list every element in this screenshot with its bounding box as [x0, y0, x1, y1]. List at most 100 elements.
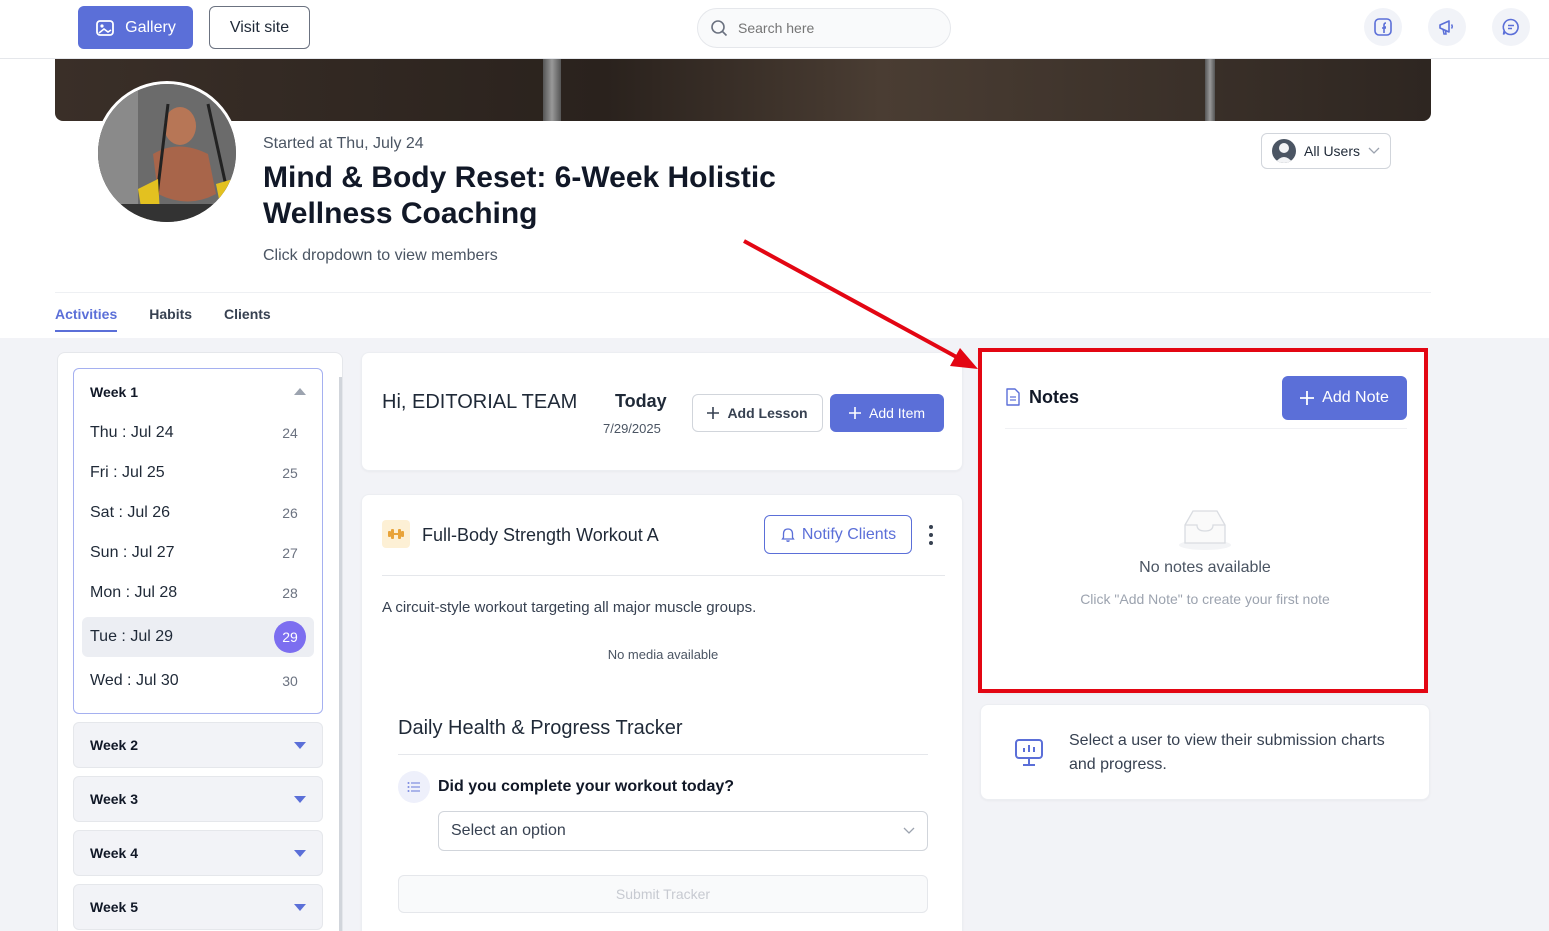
submit-tracker-button[interactable]: Submit Tracker	[398, 875, 928, 913]
announcement-button[interactable]	[1428, 8, 1466, 46]
today-date: 7/29/2025	[603, 421, 661, 436]
search-box[interactable]	[697, 8, 951, 48]
search-input[interactable]	[738, 20, 928, 36]
day-item[interactable]: Sat : Jul 26 26	[82, 493, 314, 533]
week-label: Week 2	[90, 737, 138, 753]
program-avatar	[95, 81, 239, 225]
no-media-text: No media available	[607, 647, 719, 662]
week-label: Week 3	[90, 791, 138, 807]
week-4-accordion[interactable]: Week 4	[73, 830, 323, 876]
empty-notes-title: No notes available	[1139, 559, 1271, 576]
tab-bar: Activities Habits Clients	[55, 306, 271, 332]
today-card: Hi, EDITORIAL TEAM Today 7/29/2025 Add L…	[361, 352, 963, 471]
expand-icon	[294, 849, 306, 857]
chevron-down-icon	[903, 827, 915, 834]
day-number: 28	[282, 585, 298, 601]
plus-icon	[848, 407, 861, 419]
plus-icon	[1300, 391, 1315, 405]
bell-icon	[781, 527, 795, 542]
day-number: 27	[282, 545, 298, 561]
day-item[interactable]: Wed : Jul 30 30	[82, 661, 314, 701]
divider	[55, 292, 1431, 293]
more-options-icon[interactable]	[925, 525, 937, 545]
week-2-accordion[interactable]: Week 2	[73, 722, 323, 768]
divider	[1005, 428, 1407, 429]
presentation-chart-icon	[1015, 739, 1043, 766]
sidebar-scrollbar[interactable]	[339, 377, 342, 931]
day-label: Sat : Jul 26	[90, 504, 171, 521]
notify-clients-button[interactable]: Notify Clients	[764, 515, 912, 554]
chevron-down-icon	[1368, 147, 1380, 154]
gallery-label: Gallery	[125, 18, 176, 36]
expand-icon	[294, 795, 306, 803]
chat-button[interactable]	[1492, 8, 1530, 46]
user-avatar-icon	[1272, 139, 1296, 163]
notes-card: Notes Add Note No notes available Click …	[978, 348, 1428, 693]
users-dropdown-label: All Users	[1304, 143, 1361, 159]
charts-card: Select a user to view their submission c…	[980, 704, 1430, 800]
visit-site-button[interactable]: Visit site	[209, 6, 310, 49]
day-number-badge: 29	[274, 621, 306, 653]
expand-icon	[294, 903, 306, 911]
day-item[interactable]: Fri : Jul 25 25	[82, 453, 314, 493]
tab-clients[interactable]: Clients	[224, 306, 271, 332]
tab-activities[interactable]: Activities	[55, 306, 118, 332]
notify-clients-label: Notify Clients	[801, 525, 897, 543]
chat-icon	[1502, 18, 1519, 36]
add-item-button[interactable]: Add Item	[830, 394, 944, 432]
workout-card: Full-Body Strength Workout A Notify Clie…	[361, 494, 963, 931]
day-item[interactable]: Mon : Jul 28 28	[82, 573, 314, 613]
day-label: Tue : Jul 29	[90, 628, 174, 645]
select-placeholder: Select an option	[451, 822, 566, 839]
list-icon	[398, 771, 430, 803]
tab-habits[interactable]: Habits	[149, 306, 192, 332]
week-5-accordion[interactable]: Week 5	[73, 884, 323, 930]
today-label: Today	[615, 391, 667, 411]
athlete-image-icon	[98, 84, 236, 222]
day-label: Fri : Jul 25	[90, 464, 165, 481]
add-lesson-button[interactable]: Add Lesson	[692, 394, 823, 432]
day-number: 30	[282, 673, 298, 689]
members-hint: Click dropdown to view members	[263, 247, 498, 264]
tracker-question: Did you complete your workout today?	[438, 778, 735, 795]
day-number: 26	[282, 505, 298, 521]
answer-select[interactable]: Select an option	[438, 811, 928, 851]
divider	[382, 575, 945, 576]
page-title: Mind & Body Reset: 6-Week Holistic Welln…	[263, 161, 776, 230]
banner-bar	[543, 59, 561, 121]
add-note-label: Add Note	[1322, 389, 1389, 406]
document-icon	[1006, 388, 1020, 406]
megaphone-icon	[1439, 20, 1453, 35]
day-item-selected[interactable]: Tue : Jul 29 29	[82, 617, 314, 657]
day-label: Mon : Jul 28	[90, 584, 178, 601]
day-item[interactable]: Sun : Jul 27 27	[82, 533, 314, 573]
day-label: Sun : Jul 27	[90, 544, 175, 561]
facebook-icon	[1374, 18, 1392, 36]
visit-site-label: Visit site	[229, 18, 290, 36]
add-item-label: Add Item	[868, 405, 926, 421]
week-label[interactable]: Week 1	[90, 384, 138, 400]
add-note-button[interactable]: Add Note	[1282, 376, 1407, 420]
facebook-button[interactable]	[1364, 8, 1402, 46]
empty-notes-subtitle: Click "Add Note" to create your first no…	[1080, 591, 1330, 607]
tracker-title: Daily Health & Progress Tracker	[398, 717, 683, 739]
week-label: Week 4	[90, 845, 138, 861]
week-1-accordion: Week 1 Thu : Jul 24 24 Fri : Jul 25 25 Sat…	[73, 368, 323, 714]
notes-title: Notes	[1029, 387, 1080, 407]
plus-icon	[707, 407, 720, 419]
collapse-icon[interactable]	[294, 388, 306, 395]
top-bar: Gallery Visit site	[0, 0, 1549, 59]
day-label: Wed : Jul 30	[90, 672, 179, 689]
users-dropdown[interactable]: All Users	[1261, 133, 1391, 169]
day-number: 25	[282, 465, 298, 481]
workout-description: A circuit-style workout targeting all ma…	[382, 599, 757, 616]
greeting: Hi, EDITORIAL TEAM	[382, 391, 578, 413]
banner-bar	[1205, 59, 1215, 121]
workout-title: Full-Body Strength Workout A	[422, 525, 659, 545]
expand-icon	[294, 741, 306, 749]
day-item[interactable]: Thu : Jul 24 24	[82, 413, 314, 453]
gallery-icon	[96, 19, 115, 36]
dumbbell-icon	[382, 520, 410, 548]
week-3-accordion[interactable]: Week 3	[73, 776, 323, 822]
gallery-button[interactable]: Gallery	[78, 6, 193, 49]
